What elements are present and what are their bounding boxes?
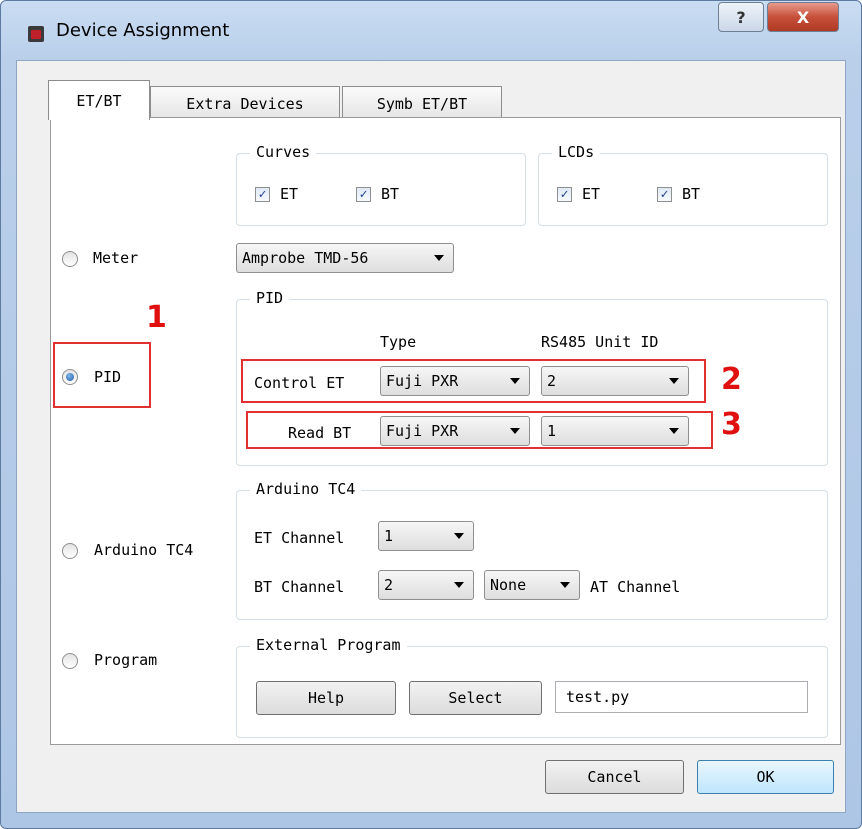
- chevron-down-icon: [454, 582, 464, 588]
- external-program-field[interactable]: test.py: [555, 681, 808, 713]
- check-icon: ✓: [660, 187, 669, 202]
- select-button-label: Select: [448, 689, 503, 707]
- cancel-button-label: Cancel: [587, 768, 642, 786]
- external-program-value: test.py: [566, 688, 630, 706]
- bt-channel-value: 2: [384, 576, 394, 594]
- curves-group-title: Curves: [250, 143, 317, 161]
- et-channel-label: ET Channel: [254, 529, 345, 547]
- pid-group-title: PID: [250, 289, 290, 307]
- annotation-box-3: [246, 411, 713, 449]
- at-channel-select[interactable]: None: [484, 570, 580, 600]
- lcds-group-title: LCDs: [552, 143, 601, 161]
- program-label: Program: [94, 651, 158, 669]
- arduino-radio[interactable]: [62, 543, 78, 559]
- chevron-down-icon: [434, 255, 444, 261]
- ok-button-label: OK: [756, 768, 775, 786]
- annotation-number-2: 2: [721, 362, 742, 397]
- help-button[interactable]: Help: [256, 681, 396, 715]
- pid-unit-header: RS485 Unit ID: [541, 333, 659, 351]
- meter-label: Meter: [93, 249, 139, 267]
- lcds-bt-checkbox[interactable]: ✓: [657, 187, 672, 202]
- pid-type-header: Type: [380, 333, 417, 351]
- curves-et-label: ET: [280, 185, 299, 203]
- meter-radio[interactable]: [62, 251, 78, 267]
- cancel-button[interactable]: Cancel: [545, 760, 684, 794]
- annotation-number-1: 1: [146, 300, 167, 335]
- lcds-bt-label: BT: [682, 185, 701, 203]
- annotation-box-1: [53, 342, 151, 408]
- chevron-down-icon: [560, 582, 570, 588]
- external-program-title: External Program: [250, 636, 407, 654]
- program-radio[interactable]: [62, 653, 78, 669]
- meter-device-select[interactable]: Amprobe TMD-56: [236, 243, 454, 273]
- curves-et-checkbox[interactable]: ✓: [255, 187, 270, 202]
- ok-button[interactable]: OK: [697, 760, 834, 794]
- arduino-label: Arduino TC4: [94, 541, 194, 559]
- arduino-group: [236, 490, 828, 620]
- check-icon: ✓: [359, 187, 368, 202]
- lcds-et-checkbox[interactable]: ✓: [557, 187, 572, 202]
- help-button-label: Help: [307, 689, 345, 707]
- check-icon: ✓: [560, 187, 569, 202]
- bt-channel-label: BT Channel: [254, 578, 345, 596]
- curves-bt-label: BT: [381, 185, 400, 203]
- pane-content: Curves ✓ ET ✓ BT LCDs ✓ ET ✓ BT Meter Am…: [0, 0, 862, 829]
- arduino-group-title: Arduino TC4: [250, 480, 362, 498]
- lcds-et-label: ET: [582, 185, 601, 203]
- select-button[interactable]: Select: [409, 681, 542, 715]
- annotation-number-3: 3: [721, 407, 742, 442]
- at-channel-label: AT Channel: [590, 578, 681, 596]
- chevron-down-icon: [454, 533, 464, 539]
- annotation-box-2: [241, 359, 706, 403]
- check-icon: ✓: [258, 187, 267, 202]
- et-channel-select[interactable]: 1: [378, 521, 474, 551]
- at-channel-value: None: [490, 576, 527, 594]
- meter-device-value: Amprobe TMD-56: [242, 249, 369, 267]
- curves-bt-checkbox[interactable]: ✓: [356, 187, 371, 202]
- et-channel-value: 1: [384, 527, 394, 545]
- bt-channel-select[interactable]: 2: [378, 570, 474, 600]
